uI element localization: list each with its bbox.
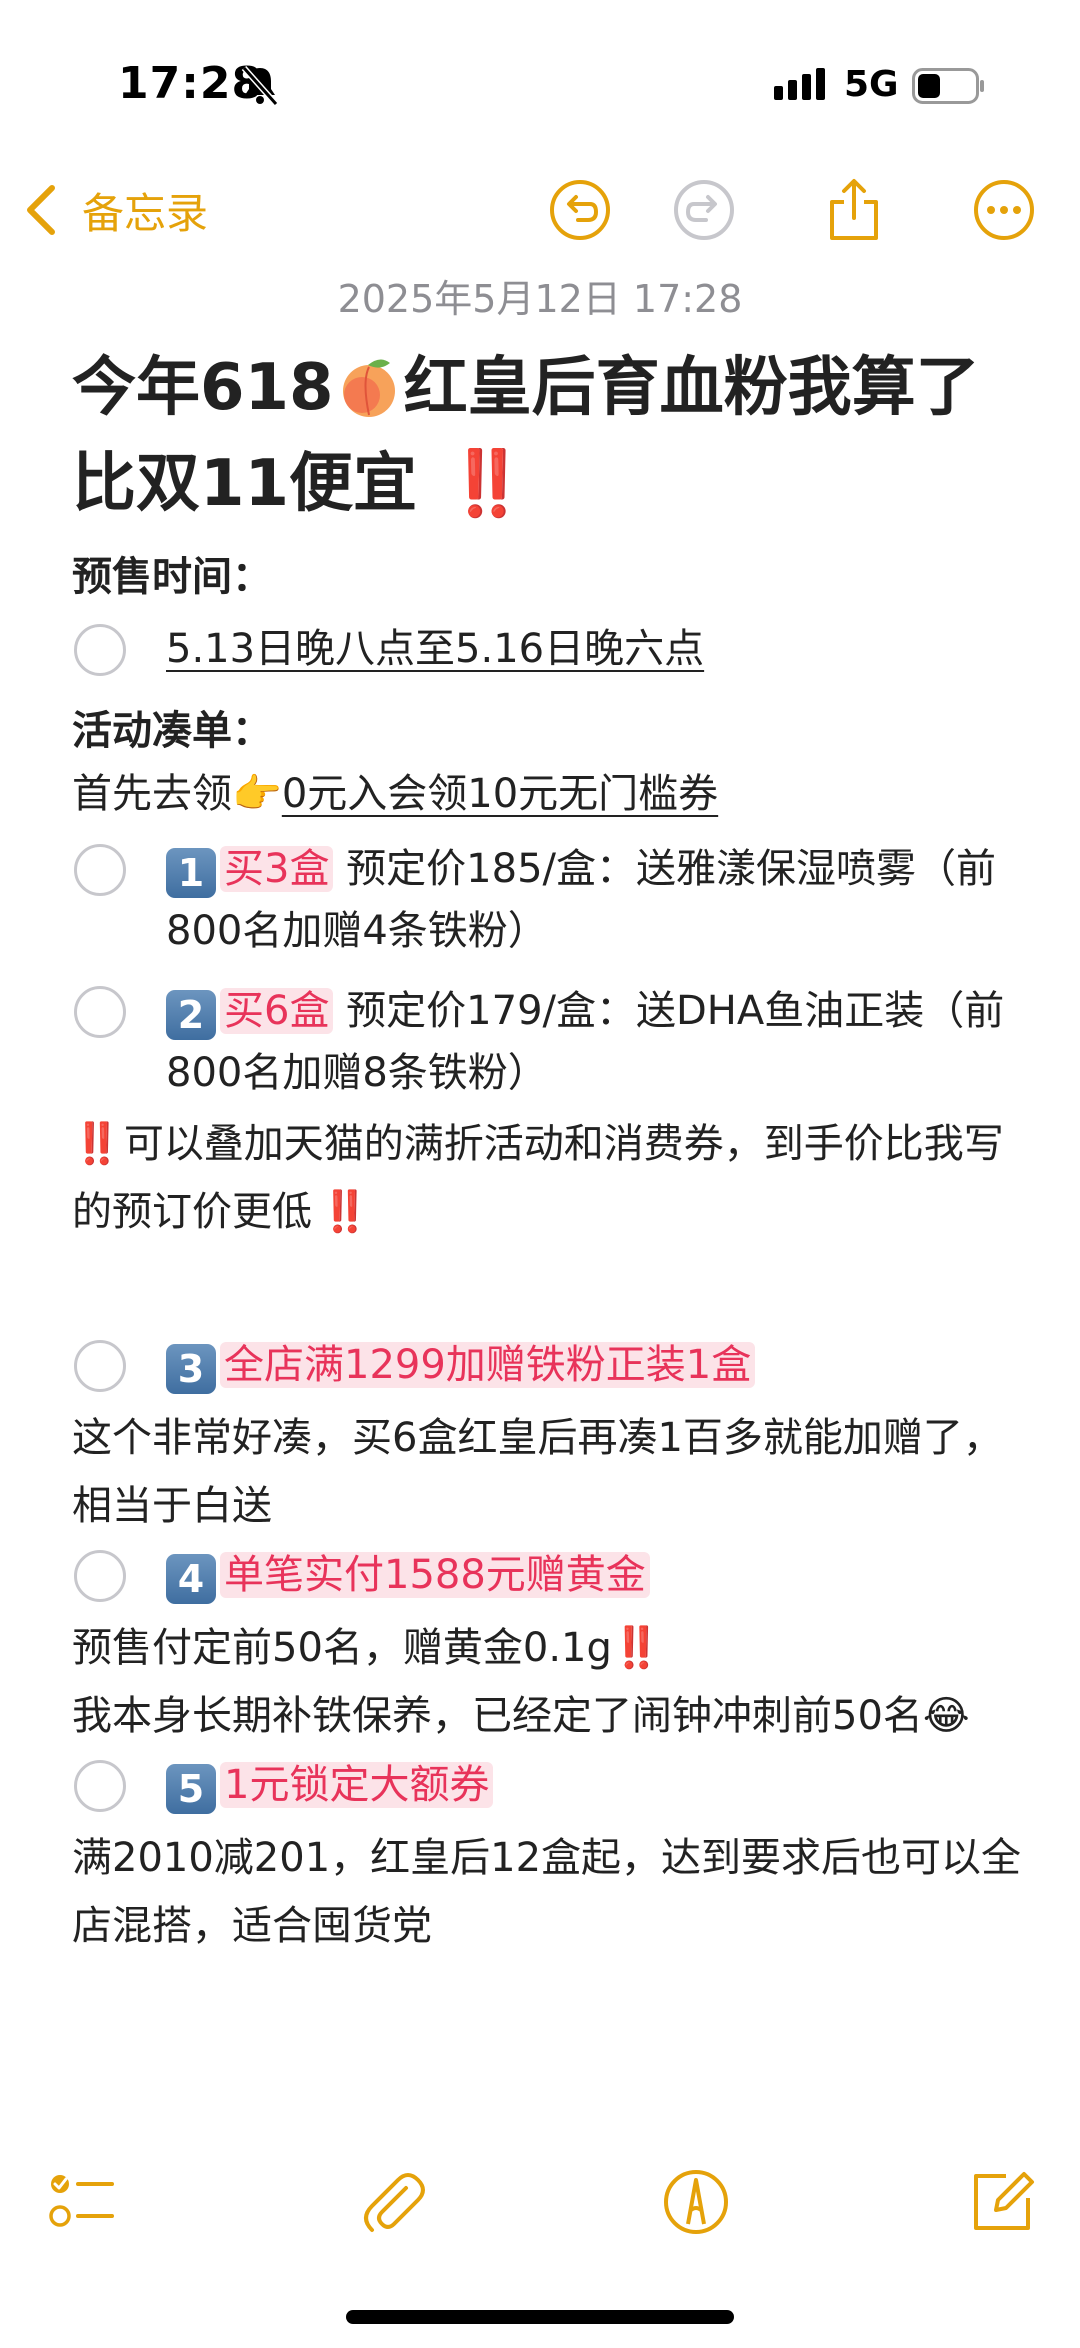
compose-icon[interactable] (966, 2166, 1038, 2238)
chevron-left-icon (27, 185, 55, 235)
pointing-hand-icon: 👉 (232, 771, 282, 817)
checkbox[interactable] (74, 986, 126, 1038)
stack-notice: ‼️ 可以叠加天猫的满折活动和消费券，到手价比我写的预订价更低 ‼️ (72, 1110, 1032, 1246)
offer-tag: 1元锁定大额券 (220, 1762, 494, 1808)
attachment-icon[interactable] (356, 2166, 428, 2238)
item4-note-b-text: 我本身长期补铁保养，已经定了闹钟冲刺前50名 (72, 1693, 923, 1739)
notice-text: 可以叠加天猫的满折活动和消费券，到手价比我写的预订价更低 (72, 1121, 1004, 1235)
exclamation-icon: ‼️ (320, 1189, 370, 1235)
note-title: 今年618 红皇后育血粉我算了比双11便宜 ‼️ (72, 340, 1032, 532)
item5-note: 满2010减201，红皇后12盒起，达到要求后也可以全店混搭，适合囤货党 (72, 1835, 1022, 1949)
checklist-item: 5 1元锁定大额券 (72, 1754, 1032, 1816)
network-label: 5G (844, 64, 899, 105)
nav-bar: 备忘录 (0, 160, 1080, 260)
laughing-emoji-icon: 😂 (922, 1693, 970, 1739)
item4-note: 预售付定前50名，赠黄金0.1g‼️ (72, 1614, 1032, 1682)
activity-heading: 活动凑单： (72, 708, 272, 754)
bottom-toolbar (0, 2152, 1080, 2252)
checklist-icon[interactable] (46, 2166, 118, 2238)
battery-icon (912, 68, 984, 104)
offer-tag: 全店满1299加赠铁粉正装1盒 (220, 1342, 756, 1388)
offer-tag: 买6盒 (220, 988, 334, 1034)
back-label: 备忘录 (82, 188, 209, 238)
checkbox[interactable] (74, 844, 126, 896)
offer-tag: 单笔实付1588元赠黄金 (220, 1552, 650, 1598)
title-exclamation: ‼️ (447, 447, 527, 521)
undo-icon[interactable] (548, 178, 612, 242)
checklist-item: 4 单笔实付1588元赠黄金 (72, 1544, 1032, 1606)
offer-tag: 买3盒 (220, 846, 334, 892)
note-body[interactable]: 今年618 红皇后育血粉我算了比双11便宜 ‼️ 预售时间： 5.13日晚八点至… (72, 340, 1032, 1960)
keycap-3-icon: 3 (166, 1344, 216, 1394)
markup-icon[interactable] (660, 2166, 732, 2238)
keycap-1-icon: 1 (166, 848, 216, 898)
silent-bell-icon (241, 66, 279, 106)
presale-heading: 预售时间： (72, 554, 272, 600)
checklist-item: 2 买6盒 预定价179/盒：送DHA鱼油正装（前800名加赠8条铁粉） (72, 980, 1032, 1104)
title-part1: 今年618 (72, 351, 334, 425)
keycap-5-icon: 5 (166, 1764, 216, 1814)
status-bar: 17:28 5G (0, 0, 1080, 150)
item4-note-a: 预售付定前50名，赠黄金0.1g (72, 1625, 612, 1671)
checkbox[interactable] (74, 624, 126, 676)
activity-intro: 首先去领👉0元入会领10元无门槛券 (72, 760, 1032, 828)
keycap-2-icon: 2 (166, 990, 216, 1040)
keycap-4-icon: 4 (166, 1554, 216, 1604)
coupon-link[interactable]: 0元入会领10元无门槛券 (282, 771, 718, 817)
presale-time: 5.13日晚八点至5.16日晚六点 (166, 626, 705, 672)
exclamation-icon: ‼️ (611, 1625, 662, 1671)
item3-note: 这个非常好凑，买6盒红皇后再凑1百多就能加赠了，相当于白送 (72, 1415, 1003, 1529)
checklist-item: 1 买3盒 预定价185/盒：送雅漾保湿喷雾（前800名加赠4条铁粉） (72, 838, 1032, 962)
checkbox[interactable] (74, 1550, 126, 1602)
checklist-item: 3 全店满1299加赠铁粉正装1盒 (72, 1334, 1032, 1396)
checklist-item: 5.13日晚八点至5.16日晚六点 (72, 618, 1032, 680)
redo-icon[interactable] (672, 178, 736, 242)
checkbox[interactable] (74, 1340, 126, 1392)
item4-note-b: 我本身长期补铁保养，已经定了闹钟冲刺前50名😂 (72, 1682, 1032, 1750)
intro-prefix: 首先去领 (72, 771, 232, 817)
checkbox[interactable] (74, 1760, 126, 1812)
note-date: 2025年5月12日 17:28 (337, 277, 743, 321)
exclamation-icon: ‼️ (72, 1121, 122, 1167)
more-icon[interactable] (972, 178, 1036, 242)
back-button[interactable]: 备忘录 (22, 180, 208, 240)
share-icon[interactable] (822, 178, 886, 242)
peach-emoji-icon (342, 359, 395, 417)
home-indicator[interactable] (346, 2310, 734, 2324)
signal-icon (774, 68, 825, 100)
